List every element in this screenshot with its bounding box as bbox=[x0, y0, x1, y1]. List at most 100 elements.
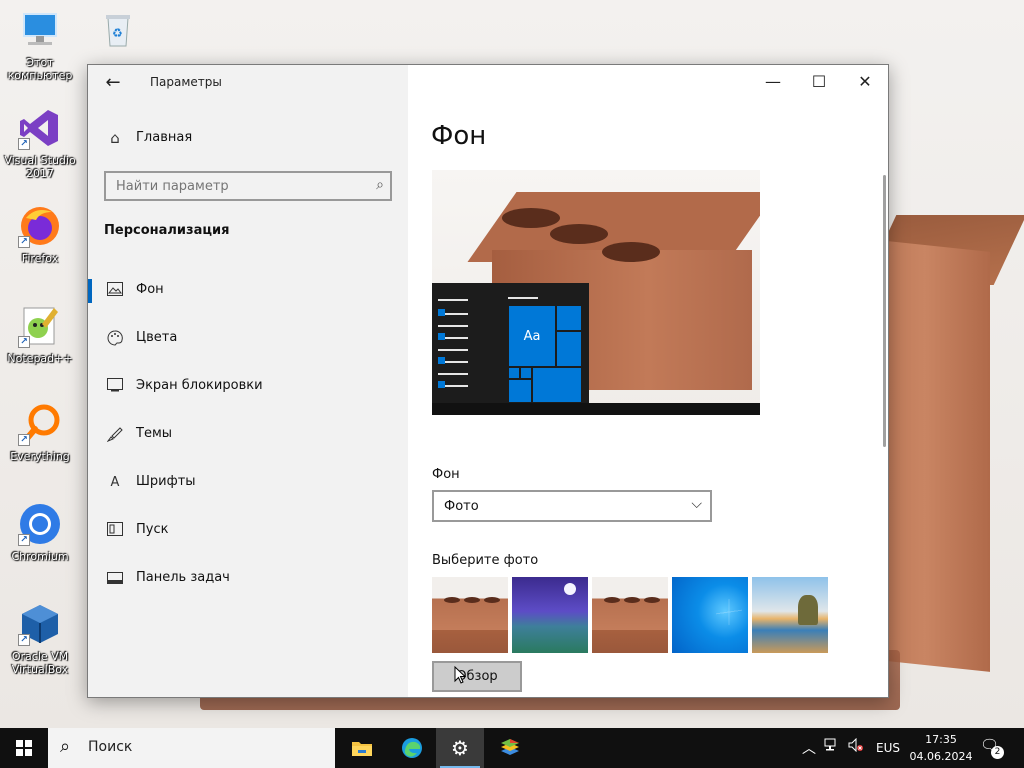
preview-menu-line bbox=[438, 349, 468, 351]
section-title: Персонализация bbox=[104, 223, 230, 238]
desktop-icon-firefox[interactable]: ↗ Firefox bbox=[0, 204, 80, 265]
volume-muted-icon[interactable] bbox=[848, 737, 864, 756]
taskbar-bluestacks[interactable] bbox=[486, 728, 534, 768]
nav-home[interactable]: ⌂ Главная bbox=[88, 123, 408, 153]
notification-center-button[interactable]: 🗨 2 bbox=[980, 736, 1004, 760]
preview-menu-line bbox=[438, 299, 468, 301]
photo-thumbnail-beach[interactable] bbox=[752, 577, 828, 653]
sidebar-item-taskbar[interactable]: Панель задач bbox=[88, 559, 408, 599]
preview-tile bbox=[556, 305, 582, 331]
settings-sidebar: ⌂ Главная ⌕ Персонализация Фон Цвета Экр… bbox=[88, 65, 408, 697]
desktop-icon-chromium[interactable]: ↗ Chromium bbox=[0, 502, 80, 563]
sidebar-item-label: Цвета bbox=[136, 330, 178, 345]
desktop-icon-notepad-plus[interactable]: ↗ Notepad++ bbox=[0, 304, 80, 365]
desktop-icon-virtualbox[interactable]: ↗ Oracle VM VirtualBox bbox=[0, 602, 80, 676]
sidebar-item-label: Темы bbox=[136, 426, 173, 441]
taskbar-search-label: Поиск bbox=[88, 739, 133, 755]
photo-thumbnail-brick-2[interactable] bbox=[592, 577, 668, 653]
content-scrollbar[interactable] bbox=[883, 175, 886, 447]
show-hidden-icons-button[interactable]: ︿ bbox=[802, 738, 816, 758]
sidebar-item-themes[interactable]: Темы bbox=[88, 415, 408, 455]
preview-tile bbox=[532, 367, 582, 403]
edge-icon bbox=[401, 737, 423, 759]
desktop-icon-everything[interactable]: ↗ Everything bbox=[0, 402, 80, 463]
font-icon: A bbox=[110, 475, 120, 490]
photo-thumbnail-night-lake[interactable] bbox=[512, 577, 588, 653]
background-type-dropdown[interactable]: Фото ⌵ bbox=[432, 490, 712, 522]
desktop-icon-label: Этот компьютер bbox=[7, 56, 73, 82]
preview-taskbar bbox=[432, 403, 760, 415]
clock-time: 17:35 bbox=[925, 733, 957, 746]
network-icon[interactable] bbox=[824, 738, 840, 756]
picture-icon bbox=[106, 282, 124, 300]
back-button[interactable]: ← bbox=[98, 71, 128, 95]
mouse-cursor-icon bbox=[454, 665, 467, 688]
desktop-icon-label: Oracle VM VirtualBox bbox=[11, 650, 69, 676]
thumb-brick-hole bbox=[644, 597, 660, 603]
desktop-icon-recycle-bin[interactable]: ♻ bbox=[78, 8, 158, 56]
thumb-brick-hole bbox=[604, 597, 620, 603]
browse-button[interactable]: Обзор bbox=[432, 661, 522, 692]
nav-home-label: Главная bbox=[136, 130, 193, 145]
desktop-icon-visual-studio[interactable]: ↗ Visual Studio 2017 bbox=[0, 106, 80, 180]
desktop-icon-label: Everything bbox=[10, 450, 70, 463]
settings-content: Фон Aa Фон Фото ⌵ Выберите фото Обзор bbox=[408, 65, 888, 697]
bluestacks-icon bbox=[499, 737, 521, 759]
choose-photo-label: Выберите фото bbox=[432, 553, 539, 568]
photo-thumbnail-windows[interactable] bbox=[672, 577, 748, 653]
chevron-up-icon: ︿ bbox=[802, 741, 816, 757]
sidebar-item-label: Панель задач bbox=[136, 570, 230, 585]
everything-icon: ↗ bbox=[18, 402, 62, 446]
start-button[interactable] bbox=[0, 728, 48, 768]
background-preview: Aa bbox=[432, 170, 760, 415]
taskbar: ⌕ Поиск ⚙ ︿ EUS 17:35 04.06.2024 🗨 2 bbox=[0, 728, 1024, 768]
taskbar-settings[interactable]: ⚙ bbox=[436, 728, 484, 768]
taskbar-search[interactable]: ⌕ Поиск bbox=[48, 728, 335, 768]
thumb-brick-hole bbox=[464, 597, 480, 603]
brush-icon bbox=[106, 426, 124, 444]
firefox-icon: ↗ bbox=[18, 204, 62, 248]
taskbar-icon bbox=[106, 570, 124, 588]
preview-tile-large: Aa bbox=[508, 305, 556, 367]
computer-icon bbox=[18, 8, 62, 52]
preview-brick-hole bbox=[602, 242, 660, 262]
lock-screen-icon bbox=[106, 378, 124, 396]
taskbar-file-explorer[interactable] bbox=[338, 728, 386, 768]
clock[interactable]: 17:35 04.06.2024 bbox=[906, 731, 976, 765]
desktop-icon-this-pc[interactable]: Этот компьютер bbox=[0, 8, 80, 82]
home-icon: ⌂ bbox=[110, 129, 120, 147]
recycle-bin-icon: ♻ bbox=[96, 8, 140, 52]
preview-tile bbox=[520, 367, 532, 379]
preview-menu-square bbox=[438, 357, 445, 364]
photo-thumbnail-brick-1[interactable] bbox=[432, 577, 508, 653]
sidebar-item-lock-screen[interactable]: Экран блокировки bbox=[88, 367, 408, 407]
sidebar-item-background[interactable]: Фон bbox=[88, 271, 408, 311]
desktop-icon-label: Firefox bbox=[21, 252, 59, 265]
dropdown-value: Фото bbox=[444, 499, 479, 514]
settings-search: ⌕ bbox=[104, 171, 392, 201]
settings-icon: ⚙ bbox=[451, 736, 469, 760]
sidebar-item-label: Шрифты bbox=[136, 474, 196, 489]
preview-menu-line bbox=[438, 373, 468, 375]
language-indicator[interactable]: EUS bbox=[876, 741, 900, 755]
page-title: Фон bbox=[431, 121, 487, 151]
shortcut-arrow-icon: ↗ bbox=[18, 138, 30, 150]
search-icon[interactable]: ⌕ bbox=[376, 177, 384, 193]
shortcut-arrow-icon: ↗ bbox=[18, 634, 30, 646]
windows-logo-icon bbox=[16, 740, 32, 756]
sidebar-item-label: Пуск bbox=[136, 522, 169, 537]
taskbar-edge[interactable] bbox=[388, 728, 436, 768]
sidebar-item-start[interactable]: Пуск bbox=[88, 511, 408, 551]
sidebar-item-fonts[interactable]: A Шрифты bbox=[88, 463, 408, 503]
file-explorer-icon bbox=[351, 737, 373, 759]
chevron-down-icon: ⌵ bbox=[691, 496, 702, 512]
notepad-plus-icon: ↗ bbox=[18, 304, 62, 348]
preview-menu-line bbox=[508, 297, 538, 299]
start-icon bbox=[106, 522, 124, 540]
search-input[interactable] bbox=[106, 173, 356, 199]
preview-tile bbox=[556, 331, 582, 367]
shortcut-arrow-icon: ↗ bbox=[18, 336, 30, 348]
sidebar-item-colors[interactable]: Цвета bbox=[88, 319, 408, 359]
sidebar-item-label: Экран блокировки bbox=[136, 378, 263, 393]
preview-menu-line bbox=[438, 325, 468, 327]
